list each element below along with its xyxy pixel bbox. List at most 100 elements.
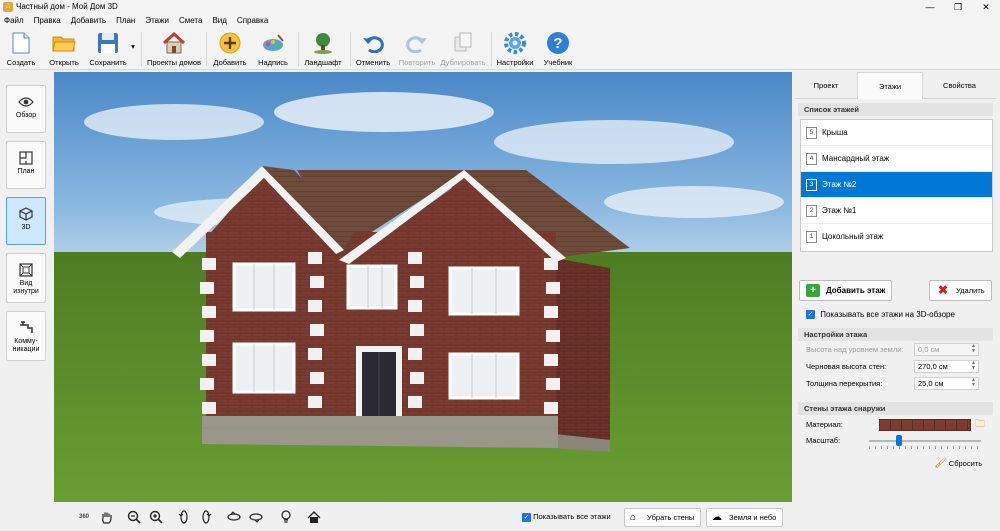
open-button[interactable]: Открыть (44, 31, 84, 67)
scale-label: Масштаб: (806, 436, 841, 445)
floor-number-icon: 3 (806, 179, 817, 191)
delete-x-icon: ✖ (938, 283, 949, 297)
create-button[interactable]: Создать (4, 31, 38, 67)
spinner-icon[interactable]: ▲ ▼ (971, 361, 976, 371)
tilt-down-icon[interactable] (248, 509, 264, 525)
menu-view[interactable]: Вид (212, 14, 226, 28)
height-above-ground-row: Высота над уровнем земли: 0,0 см ▲ ▼ (803, 343, 993, 357)
material-row: Материал: 🗀 (803, 418, 993, 432)
exterior-walls-title: Стены этажа снаружи (798, 402, 993, 415)
scale-row: Масштаб: (803, 434, 993, 449)
view-3d-button[interactable]: 3D (6, 197, 46, 245)
floor-number-icon: 4 (806, 153, 817, 165)
tab-properties[interactable]: Свойства (923, 72, 996, 99)
spinner-icon[interactable]: ▲ ▼ (971, 344, 976, 354)
home-view-icon[interactable] (306, 509, 322, 525)
minimize-icon[interactable]: — (916, 0, 944, 14)
toolbar-separator (491, 32, 492, 66)
properties-panel: Проект Этажи Свойства Список этажей 5 Кры… (795, 72, 1000, 531)
floor-number-icon: 1 (806, 231, 817, 243)
label-button[interactable]: Надпись (254, 31, 292, 67)
viewport-toolbar: 360 ✓ Показывать все этажи ⌂ Убрать стен… (54, 502, 792, 531)
tab-project[interactable]: Проект (795, 72, 857, 99)
rough-wall-height-row: Черновая высота стен: 270,0 см ▲ ▼ (803, 360, 993, 374)
tutorial-button[interactable]: ? Учебник (540, 31, 576, 67)
zoom-in-icon[interactable] (148, 509, 164, 525)
tilt-up-icon[interactable] (226, 509, 242, 525)
3d-viewport[interactable] (54, 72, 792, 502)
slab-input[interactable]: 25,0 см ▲ ▼ (914, 377, 979, 390)
floor-list: 5 Крыша 4 Мансардный этаж 3 Этаж №2 2 Этаж №… (800, 119, 993, 252)
scale-slider-thumb[interactable] (896, 435, 902, 446)
save-dropdown-icon[interactable]: ▾ (128, 42, 138, 51)
show-all-floors-toggle[interactable]: ✓ Показывать все этажи (522, 512, 611, 522)
remove-walls-button[interactable]: ⌂ Убрать стены (624, 508, 702, 527)
menu-add[interactable]: Добавить (71, 14, 106, 28)
slab-label: Толщина перекрытия: (806, 379, 883, 388)
earth-sky-button[interactable]: ☁ Земля и небо (706, 508, 784, 527)
checkbox-checked-icon: ✓ (806, 310, 815, 320)
scale-slider-track[interactable] (869, 440, 981, 442)
reset-button[interactable]: 🖌 Сбросить (934, 458, 982, 469)
toolbar-separator (206, 32, 207, 66)
view-overview-button[interactable]: Обзор (6, 85, 46, 133)
settings-button[interactable]: Настройки (495, 31, 535, 67)
show-all-floors-3d-toggle[interactable]: ✓ Показывать все этажи на 3D-обзоре (806, 310, 955, 320)
tab-floors[interactable]: Этажи (857, 72, 923, 99)
view-utilities-button[interactable]: Комму-никации (6, 311, 46, 361)
duplicate-icon (451, 31, 475, 55)
folder-icon[interactable]: 🗀 (975, 418, 985, 432)
list-item[interactable]: 1 Цокольный этаж (801, 224, 992, 250)
list-item[interactable]: 2 Этаж №1 (801, 198, 992, 224)
rotate-left-icon[interactable] (176, 509, 192, 525)
rotate-360-icon[interactable]: 360 (76, 509, 92, 525)
add-button[interactable]: Добавить (211, 31, 249, 67)
house-projects-button[interactable]: Проекты домов (146, 31, 202, 67)
duplicate-button[interactable]: Дублировать (438, 31, 488, 67)
list-item[interactable]: 4 Мансардный этаж (801, 146, 992, 172)
zoom-out-icon[interactable] (126, 509, 142, 525)
add-plus-icon (218, 31, 242, 55)
menu-floors[interactable]: Этажи (145, 14, 169, 28)
menu-help[interactable]: Справка (237, 14, 268, 28)
redo-button[interactable]: Повторить (396, 31, 438, 67)
view-plan-button[interactable]: План (6, 141, 46, 189)
save-button[interactable]: Сохранить (86, 31, 130, 67)
brush-icon: 🖌 (934, 458, 947, 469)
light-bulb-icon[interactable] (278, 509, 294, 525)
delete-floor-button[interactable]: ✖ Удалить (929, 280, 992, 301)
menu-plan[interactable]: План (116, 14, 135, 28)
panel-tabs: Проект Этажи Свойства (795, 72, 996, 99)
material-label: Материал: (806, 420, 843, 429)
interior-view-icon (7, 260, 45, 280)
menu-estimate[interactable]: Смета (179, 14, 202, 28)
rough-height-label: Черновая высота стен: (806, 362, 887, 371)
faucet-icon (7, 318, 45, 338)
height-input[interactable]: 0,0 см ▲ ▼ (914, 343, 979, 356)
slab-thickness-row: Толщина перекрытия: 25,0 см ▲ ▼ (803, 377, 993, 391)
rotate-right-icon[interactable] (198, 509, 214, 525)
spinner-icon[interactable]: ▲ ▼ (971, 378, 976, 388)
svg-text:?: ? (553, 35, 562, 52)
close-icon[interactable]: ✕ (972, 0, 1000, 14)
add-floor-icon: + (806, 284, 820, 297)
walls-icon: ⌂ (630, 512, 637, 523)
pan-hand-icon[interactable] (98, 509, 114, 525)
eye-icon (7, 92, 45, 112)
list-item[interactable]: 5 Крыша (801, 120, 992, 146)
cloud-icon: ☁ (712, 512, 722, 523)
menu-file[interactable]: Файл (4, 14, 24, 28)
landscape-button[interactable]: Ландшафт (302, 31, 344, 67)
paint-label-icon (261, 31, 285, 55)
list-item-selected[interactable]: 3 Этаж №2 (801, 172, 992, 198)
checkbox-checked-icon: ✓ (522, 512, 531, 522)
maximize-icon[interactable]: ❐ (944, 0, 972, 14)
title-bar: ⌂ Частный дом - Мой Дом 3D — ❐ ✕ (0, 0, 1000, 14)
material-swatch[interactable] (879, 419, 971, 431)
rough-height-input[interactable]: 270,0 см ▲ ▼ (914, 360, 979, 373)
toolbar-separator (141, 32, 142, 66)
menu-edit[interactable]: Правка (34, 14, 61, 28)
undo-button[interactable]: Отменить (355, 31, 391, 67)
view-inside-button[interactable]: Вид изнутри (6, 253, 46, 303)
add-floor-button[interactable]: + Добавить этаж (799, 280, 892, 301)
